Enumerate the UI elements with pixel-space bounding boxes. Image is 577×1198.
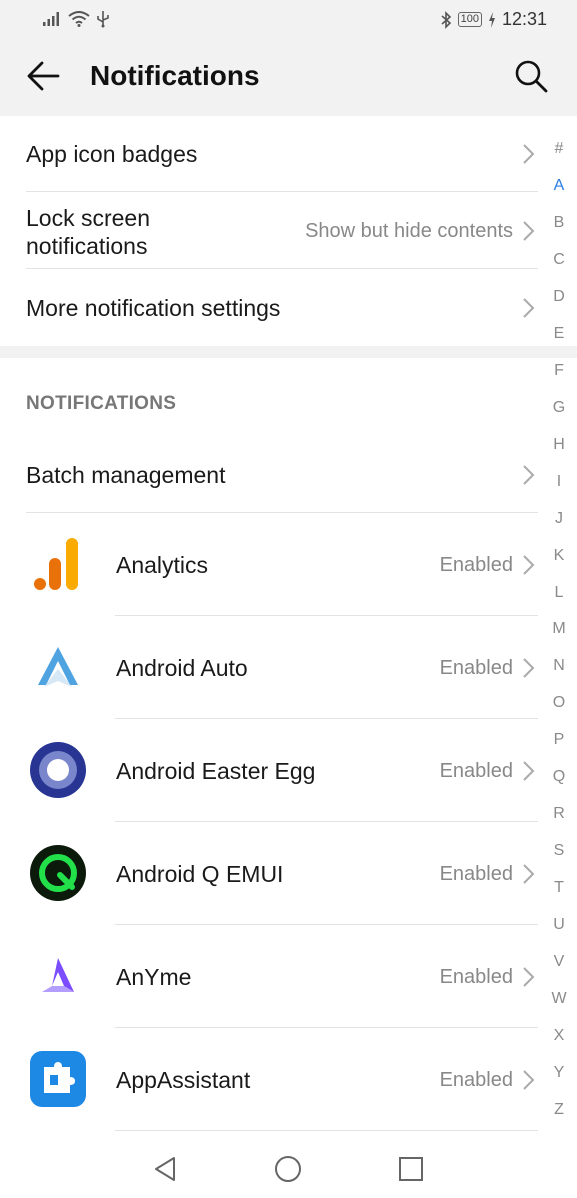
lock-screen-notifications-row[interactable]: Lock screen notifications Show but hide … — [0, 192, 545, 268]
alphabet-letter[interactable]: U — [546, 916, 572, 934]
navigation-bar — [0, 1140, 577, 1198]
chevron-right-icon — [523, 221, 535, 241]
nav-home-icon[interactable] — [273, 1154, 303, 1184]
alphabet-letter[interactable]: O — [546, 694, 572, 712]
alphabet-letter[interactable]: R — [546, 805, 572, 823]
chevron-right-icon — [523, 465, 535, 485]
usb-icon — [97, 11, 109, 28]
easter-egg-icon — [30, 742, 86, 798]
clock: 12:31 — [501, 9, 547, 29]
app-name: Android Auto — [116, 655, 248, 681]
alphabet-letter[interactable]: I — [546, 473, 572, 491]
alphabet-letter[interactable]: Y — [546, 1064, 572, 1082]
alphabet-letter[interactable]: A — [546, 177, 572, 195]
android-q-icon — [30, 845, 86, 901]
app-status: Enabled — [439, 554, 513, 576]
alphabet-letter[interactable]: N — [546, 657, 572, 675]
alphabet-letter[interactable]: S — [546, 842, 572, 860]
batch-management-row[interactable]: Batch management — [0, 440, 545, 512]
chevron-right-icon — [523, 298, 535, 318]
app-status: Enabled — [439, 1069, 513, 1091]
row-label: App icon badges — [26, 141, 198, 167]
analytics-icon — [34, 538, 78, 590]
alphabet-letter[interactable]: E — [546, 325, 572, 343]
nav-back-icon[interactable] — [150, 1154, 180, 1184]
page-title: Notifications — [90, 60, 260, 91]
app-row-analytics[interactable]: Analytics Enabled — [0, 513, 545, 615]
app-name: Android Easter Egg — [116, 758, 316, 784]
app-name: AnYme — [116, 964, 192, 990]
alphabet-letter[interactable]: X — [546, 1027, 572, 1045]
chevron-right-icon — [523, 1070, 535, 1090]
back-arrow-icon[interactable] — [26, 58, 62, 94]
status-bar: 100 12:31 — [0, 0, 577, 40]
app-row-android-easter-egg[interactable]: Android Easter Egg Enabled — [0, 719, 545, 821]
alphabet-letter[interactable]: Z — [546, 1101, 572, 1119]
alphabet-letter[interactable]: G — [546, 399, 572, 417]
android-auto-icon — [38, 647, 78, 687]
alphabet-letter[interactable]: P — [546, 731, 572, 749]
row-label: Lock screen notifications — [26, 205, 151, 259]
app-row-appassistant[interactable]: AppAssistant Enabled — [0, 1028, 545, 1130]
search-icon[interactable] — [513, 58, 549, 94]
anyme-icon — [42, 958, 74, 992]
alphabet-letter[interactable]: F — [546, 362, 572, 380]
alphabet-letter[interactable]: D — [546, 288, 572, 306]
chevron-right-icon — [523, 967, 535, 987]
app-name: Android Q EMUI — [116, 861, 284, 887]
puzzle-icon — [30, 1051, 86, 1107]
row-value: Show but hide contents — [305, 220, 513, 242]
nav-recents-icon[interactable] — [396, 1154, 426, 1184]
chevron-right-icon — [523, 658, 535, 678]
alphabet-letter[interactable]: J — [546, 510, 572, 528]
app-header: Notifications — [0, 40, 577, 116]
charging-icon — [488, 11, 495, 28]
app-name: AppAssistant — [116, 1067, 251, 1093]
alphabet-letter[interactable]: Q — [546, 768, 572, 786]
alphabet-letter[interactable]: C — [546, 251, 572, 269]
chevron-right-icon — [523, 555, 535, 575]
app-status: Enabled — [439, 863, 513, 885]
chevron-right-icon — [523, 144, 535, 164]
row-label: Batch management — [26, 462, 226, 488]
chevron-right-icon — [523, 761, 535, 781]
chevron-right-icon — [523, 864, 535, 884]
row-label: More notification settings — [26, 295, 281, 321]
divider — [115, 1130, 538, 1131]
alphabet-letter[interactable]: L — [546, 584, 572, 602]
section-separator — [0, 346, 577, 358]
app-row-android-auto[interactable]: Android Auto Enabled — [0, 616, 545, 718]
alphabet-letter[interactable]: K — [546, 547, 572, 565]
alphabet-letter[interactable]: W — [546, 990, 572, 1008]
app-status: Enabled — [439, 657, 513, 679]
app-status: Enabled — [439, 760, 513, 782]
signal-icon — [43, 12, 59, 26]
alphabet-letter[interactable]: V — [546, 953, 572, 971]
app-row-anyme[interactable]: AnYme Enabled — [0, 925, 545, 1027]
bluetooth-icon — [441, 10, 451, 29]
alphabet-letter[interactable]: T — [546, 879, 572, 897]
alphabet-letter[interactable]: B — [546, 214, 572, 232]
app-icon-badges-row[interactable]: App icon badges — [0, 116, 545, 192]
battery-indicator: 100 — [457, 12, 482, 27]
alphabet-letter[interactable]: M — [546, 620, 572, 638]
wifi-icon — [68, 11, 90, 27]
app-status: Enabled — [439, 966, 513, 988]
alphabet-letter[interactable]: H — [546, 436, 572, 454]
app-name: Analytics — [116, 552, 209, 578]
app-row-android-q-emui[interactable]: Android Q EMUI Enabled — [0, 822, 545, 924]
alphabet-letter[interactable]: # — [546, 140, 572, 158]
section-header: NOTIFICATIONS — [26, 393, 177, 414]
more-notification-settings-row[interactable]: More notification settings — [0, 269, 545, 346]
